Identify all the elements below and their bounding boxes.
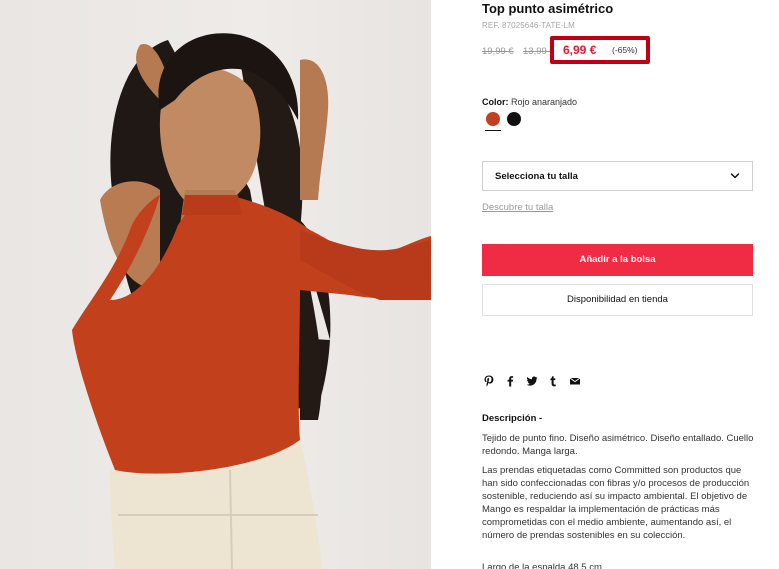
committed-paragraph: Las prendas etiquetadas como Committed s… bbox=[482, 465, 750, 541]
original-price: 19,99 € bbox=[482, 46, 514, 57]
discount-badge: (-65%) bbox=[612, 45, 638, 55]
add-to-bag-button[interactable]: Añadir a la bolsa bbox=[482, 244, 753, 276]
selected-color-name: Rojo anaranjado bbox=[511, 97, 578, 107]
selected-swatch-indicator bbox=[485, 130, 501, 131]
sale-price-highlight: 6,99 € (-65%) bbox=[550, 36, 650, 64]
pinterest-icon[interactable] bbox=[482, 374, 496, 388]
size-select[interactable]: Selecciona tu talla bbox=[482, 161, 753, 191]
product-title: Top punto asimétrico bbox=[482, 1, 614, 16]
email-icon[interactable] bbox=[568, 374, 582, 388]
color-swatch-rojo-anaranjado[interactable] bbox=[486, 112, 500, 126]
color-selector-label: Color: Rojo anaranjado bbox=[482, 97, 577, 107]
measurement-text: Largo de la espalda 48,5 cm. bbox=[482, 562, 605, 569]
product-image[interactable] bbox=[0, 0, 431, 569]
product-reference: REF. 87025646-TATE-LM bbox=[482, 21, 575, 30]
product-page: Top punto asimétrico REF. 87025646-TATE-… bbox=[0, 0, 779, 569]
product-info-panel: Top punto asimétrico REF. 87025646-TATE-… bbox=[482, 0, 753, 569]
store-availability-button[interactable]: Disponibilidad en tienda bbox=[482, 284, 753, 316]
size-guide-link[interactable]: Descubre tu talla bbox=[482, 202, 553, 213]
tumblr-icon[interactable] bbox=[546, 374, 560, 388]
chevron-down-icon bbox=[730, 173, 740, 179]
twitter-icon[interactable] bbox=[525, 374, 539, 388]
facebook-icon[interactable] bbox=[503, 374, 517, 388]
color-swatch-negro[interactable] bbox=[507, 112, 521, 126]
description-toggle[interactable]: Descripción - bbox=[482, 413, 542, 424]
description-paragraph: Tejido de punto fino. Diseño asimétrico.… bbox=[482, 433, 754, 457]
sale-price: 6,99 € bbox=[563, 43, 597, 57]
size-select-label: Selecciona tu talla bbox=[495, 171, 578, 182]
color-label: Color: bbox=[482, 97, 509, 107]
